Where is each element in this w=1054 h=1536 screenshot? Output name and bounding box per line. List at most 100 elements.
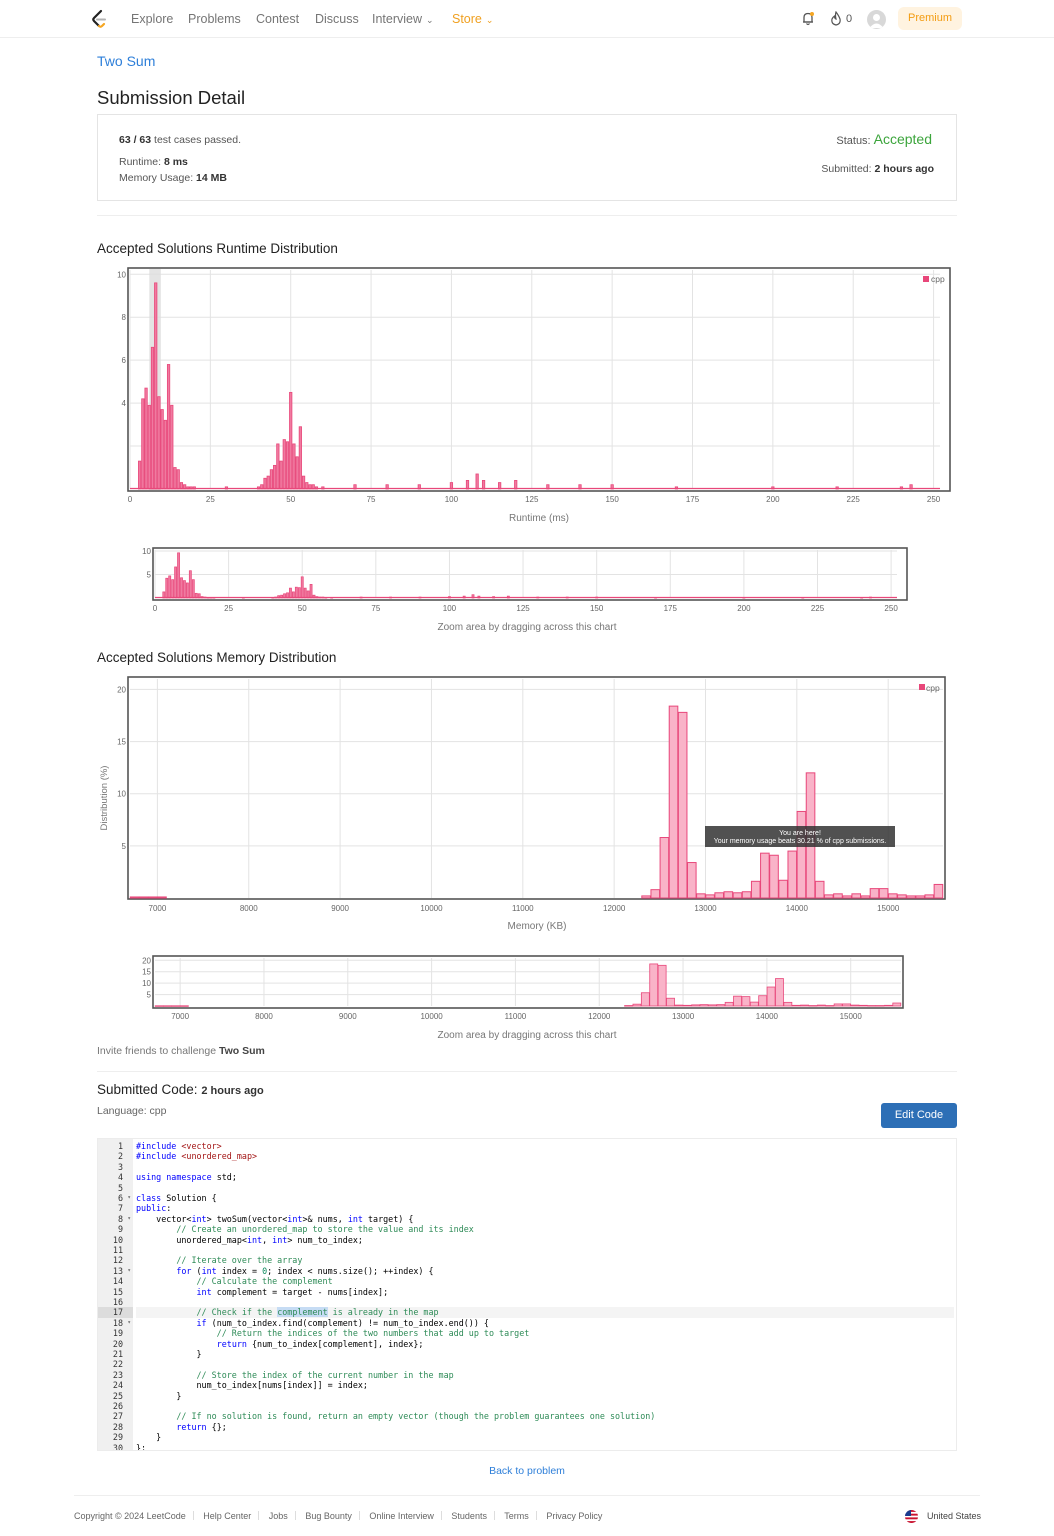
bar <box>171 1005 181 1007</box>
line-number: 9 <box>98 1224 133 1234</box>
bar <box>170 404 174 490</box>
line-number: 13 ▾ <box>98 1266 133 1276</box>
line-number-text: 25 <box>112 1390 123 1401</box>
memory-zoom-navigator[interactable]: 7000 8000 9000 10000 11000 12000 13000 14000 150… <box>97 953 957 1045</box>
footer-bug-bounty[interactable]: Bug Bounty <box>305 1511 352 1521</box>
bar <box>298 426 302 490</box>
bar <box>183 580 186 599</box>
invite-problem-link[interactable]: Two Sum <box>219 1045 265 1057</box>
bar <box>708 1004 717 1007</box>
x-tick-label: 8000 <box>240 904 258 913</box>
test-cases-count: 63 / 63 <box>119 134 152 146</box>
us-flag-icon[interactable] <box>905 1510 918 1523</box>
fold-toggle-icon[interactable]: ▾ <box>127 1318 131 1328</box>
status-row: Status: Accepted <box>836 131 932 147</box>
code-line: using namespace std; <box>136 1172 237 1183</box>
footer-students[interactable]: Students <box>451 1511 487 1521</box>
line-number: 3 <box>98 1162 133 1172</box>
bar <box>144 387 148 490</box>
footer-terms[interactable]: Terms <box>504 1511 529 1521</box>
x-tick-labels: 7000 8000 9000 10000 11000 12000 13000 14000 150… <box>149 904 900 913</box>
x-tick-label: 200 <box>766 495 780 504</box>
bar <box>860 895 871 899</box>
line-number-text: 19 <box>112 1328 123 1339</box>
bar <box>878 888 889 899</box>
nav-contest[interactable]: Contest <box>256 12 299 26</box>
runtime-value: 8 ms <box>163 156 188 168</box>
memory-row: Memory Usage: 14 MB <box>119 172 227 184</box>
line-number-text: 13 <box>112 1265 123 1276</box>
x-axis-label: Memory (KB) <box>508 921 567 932</box>
invite-friends: Invite friends to challenge Two Sum <box>97 1045 265 1057</box>
streak-flame-icon[interactable] <box>830 11 842 26</box>
runtime-distribution-chart[interactable]: 0 25 50 75 100 125 150 175 200 225 250 4 6 8 10 cpp R… <box>97 265 957 527</box>
nav-store[interactable]: Store ⌄ <box>452 12 493 26</box>
bar <box>475 473 479 490</box>
plot-frame <box>127 267 951 492</box>
leetcode-logo-icon[interactable] <box>90 9 108 29</box>
back-to-problem-link[interactable]: Back to problem <box>0 1465 1054 1477</box>
line-number: 25 <box>98 1391 133 1401</box>
premium-button[interactable]: Premium <box>898 7 962 30</box>
code-line: // If no solution is found, return an em… <box>136 1411 656 1422</box>
fold-toggle-icon[interactable]: ▾ <box>127 1266 131 1276</box>
notification-bell-icon[interactable] <box>801 11 815 26</box>
nav-problems[interactable]: Problems <box>188 12 241 26</box>
code-editor[interactable]: 1 2 3 4 5 6 ▾ 7 8 ▾ 9 10 11 12 13 ▾ 14 15 16 17 18 ▾ 19 20 21 22 2… <box>97 1138 957 1451</box>
memory-label: Memory Usage: <box>119 172 194 184</box>
zoom-hint: Zoom area by dragging across this chart <box>438 622 617 633</box>
edit-code-button[interactable]: Edit Code <box>881 1103 957 1128</box>
country-selector[interactable]: United States <box>927 1511 981 1521</box>
submitted-row: Submitted: 2 hours ago <box>821 163 934 175</box>
x-tick-label: 75 <box>367 495 376 504</box>
line-number: 11 <box>98 1245 133 1255</box>
fold-toggle-icon[interactable]: ▾ <box>127 1193 131 1203</box>
x-tick-label: 25 <box>224 604 233 613</box>
line-number-text: 15 <box>112 1286 123 1297</box>
bar <box>289 587 292 599</box>
x-tick-label: 7000 <box>149 904 167 913</box>
nav-interview[interactable]: Interview ⌄ <box>372 12 434 26</box>
bar <box>171 579 175 599</box>
code-line: num_to_index[nums[index]] = index; <box>136 1380 368 1391</box>
bar <box>750 880 761 899</box>
line-number-text: 2 <box>117 1151 123 1162</box>
bar <box>650 889 661 899</box>
bar <box>481 480 486 490</box>
runtime-zoom-navigator[interactable]: 0 25 50 75 100 125 150 175 200 225 250 5 10 Zoom ar… <box>97 545 957 637</box>
bar <box>177 552 180 599</box>
bar <box>892 1002 902 1007</box>
line-number: 7 <box>98 1203 133 1213</box>
submitted-code-label: Submitted Code: <box>97 1082 198 1097</box>
avatar[interactable] <box>867 10 886 29</box>
bar <box>775 978 784 1007</box>
footer-online-interview[interactable]: Online Interview <box>369 1511 434 1521</box>
x-tick-label: 25 <box>206 495 215 504</box>
footer-help-center[interactable]: Help Center <box>203 1511 251 1521</box>
y-tick-label: 8 <box>122 313 127 322</box>
divider <box>97 215 957 216</box>
bar <box>163 1005 172 1007</box>
bar <box>749 1001 759 1007</box>
problem-link[interactable]: Two Sum <box>97 53 155 69</box>
code-line: // Calculate the complement <box>136 1276 333 1287</box>
nav-discuss[interactable]: Discuss <box>315 12 359 26</box>
bar <box>640 992 650 1007</box>
fold-toggle-icon[interactable]: ▾ <box>127 1214 131 1224</box>
bar <box>129 896 140 899</box>
nav-explore[interactable]: Explore <box>131 12 173 26</box>
nav-store-label: Store <box>452 12 482 26</box>
bar <box>176 469 180 490</box>
submitted-value: 2 hours ago <box>874 163 934 175</box>
code-line: // Check if the complement is already in… <box>136 1307 954 1318</box>
memory-distribution-chart[interactable]: 7000 8000 9000 10000 11000 12000 13000 14000 150… <box>97 674 957 936</box>
x-tick-label: 125 <box>525 495 539 504</box>
y-tick-labels: 5 10 15 20 <box>142 956 151 999</box>
footer-links: Copyright © 2024 LeetCode Help Center Jo… <box>74 1511 602 1521</box>
bar <box>150 346 155 490</box>
footer-jobs[interactable]: Jobs <box>269 1511 288 1521</box>
code-line: int complement = target - nums[index]; <box>196 1286 389 1297</box>
line-number: 15 <box>98 1287 133 1297</box>
bar <box>858 1004 868 1007</box>
footer-privacy-policy[interactable]: Privacy Policy <box>546 1511 602 1521</box>
